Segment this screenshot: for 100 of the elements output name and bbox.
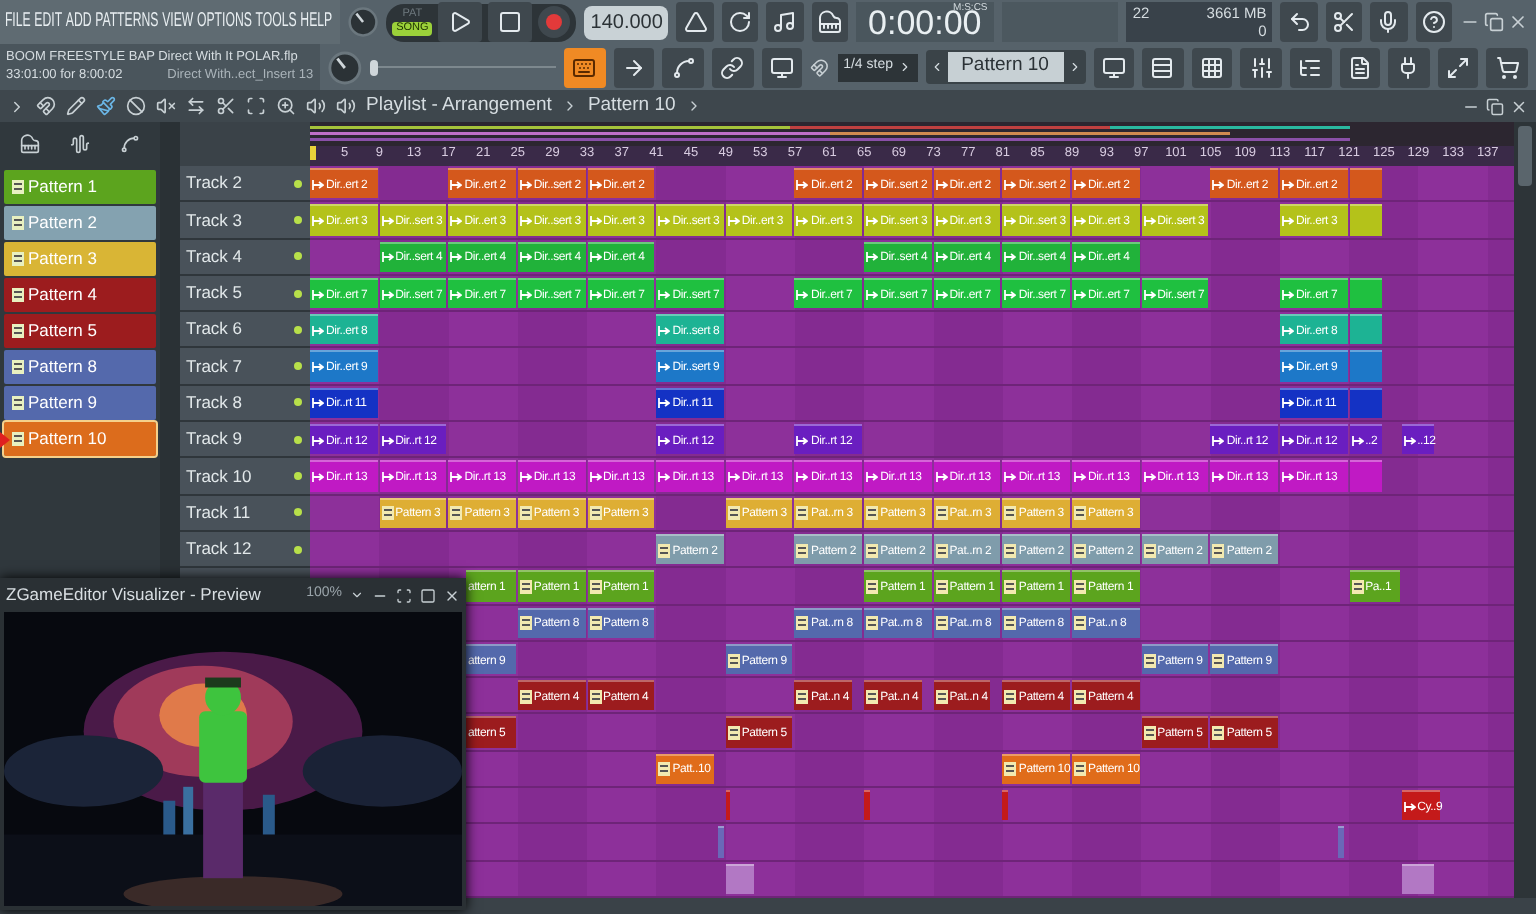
pattern-item[interactable]: Pattern 5 xyxy=(4,314,156,348)
menu-item[interactable]: EDIT xyxy=(34,12,63,32)
track-header[interactable]: Track 4 xyxy=(180,239,310,276)
vertical-scrollbar[interactable] xyxy=(1514,122,1536,898)
track-header[interactable]: Track 12 xyxy=(180,531,310,569)
toolbar-button[interactable] xyxy=(1191,47,1233,87)
toolbar-button[interactable] xyxy=(662,47,704,87)
fullscreen-icon xyxy=(396,587,412,603)
menu-item[interactable]: FILE xyxy=(4,12,31,32)
pattern-item[interactable]: Pattern 1 xyxy=(4,170,156,204)
toolbar-button[interactable] xyxy=(1339,47,1381,87)
toolbar-button[interactable] xyxy=(721,2,759,42)
track-header[interactable]: Track 5 xyxy=(180,275,310,313)
play-button[interactable] xyxy=(438,2,483,42)
record-button[interactable] xyxy=(538,6,571,38)
track-header[interactable]: Track 11 xyxy=(180,495,310,532)
track-name: Track 7 xyxy=(186,353,243,379)
led-icon[interactable] xyxy=(294,215,302,224)
stop-button[interactable] xyxy=(488,2,533,42)
track-header[interactable]: Track 9 xyxy=(180,422,310,459)
menu-item[interactable]: HELP xyxy=(300,12,333,32)
track-name: Track 10 xyxy=(186,463,252,489)
toolbar-button[interactable] xyxy=(1240,47,1282,87)
clip[interactable] xyxy=(1349,460,1382,492)
pattern-item[interactable]: Pattern 9 xyxy=(4,386,156,420)
pattern-icon xyxy=(519,506,532,521)
toolbar-button[interactable] xyxy=(564,47,606,87)
slider-thumb[interactable] xyxy=(369,59,377,75)
audio-clip-icon xyxy=(866,472,879,483)
clip[interactable] xyxy=(1349,168,1382,199)
clip[interactable] xyxy=(1002,790,1008,821)
pattern-icon xyxy=(519,689,532,704)
pitch-slider[interactable] xyxy=(369,57,557,77)
clip[interactable] xyxy=(1349,387,1382,419)
pattern-icon xyxy=(935,616,948,631)
track-header[interactable]: Track 2 xyxy=(180,166,310,203)
clip[interactable] xyxy=(1338,826,1344,858)
audio-clip-icon xyxy=(1074,252,1087,263)
menu-item[interactable]: OPTIONS xyxy=(196,12,252,32)
toolbar-button[interactable] xyxy=(676,2,714,42)
pattern-selector[interactable]: Pattern 10 xyxy=(925,50,1086,84)
menu-item[interactable]: VIEW xyxy=(162,12,194,32)
menu-item[interactable]: ADD xyxy=(65,12,92,32)
pattern-item[interactable]: Pattern 10 xyxy=(4,422,156,456)
breadcrumb-pattern[interactable]: Pattern 10 xyxy=(587,91,676,121)
toolbar-button[interactable] xyxy=(761,47,803,87)
pattern-item[interactable]: Pattern 4 xyxy=(4,278,156,312)
clip[interactable] xyxy=(864,790,870,821)
track-header[interactable]: Track 10 xyxy=(180,458,310,496)
toolbar-button[interactable] xyxy=(712,47,754,87)
clip[interactable] xyxy=(1401,863,1434,894)
toolbar-button[interactable] xyxy=(1142,47,1184,87)
led-icon[interactable] xyxy=(294,252,302,261)
led-icon[interactable] xyxy=(294,545,302,554)
audio-clip-icon xyxy=(796,289,809,300)
menu-item[interactable]: TOOLS xyxy=(255,12,297,32)
clip[interactable] xyxy=(1349,314,1382,345)
audio-clip-icon xyxy=(381,289,394,300)
led-icon[interactable] xyxy=(294,435,302,444)
track-header[interactable]: Track 6 xyxy=(180,312,310,349)
audio-clip-icon xyxy=(658,362,671,373)
led-icon[interactable] xyxy=(294,398,302,407)
toolbar-button[interactable] xyxy=(811,2,849,42)
clip[interactable] xyxy=(1349,204,1382,236)
audio-clip-icon xyxy=(727,215,740,226)
led-icon[interactable] xyxy=(294,325,302,334)
clip[interactable] xyxy=(725,790,731,821)
track-header[interactable]: Track 3 xyxy=(180,202,310,240)
track-header[interactable]: Track 8 xyxy=(180,385,310,423)
led-icon[interactable] xyxy=(294,508,302,517)
knob-icon[interactable] xyxy=(327,49,361,85)
clip[interactable] xyxy=(725,863,755,894)
help-button[interactable] xyxy=(1415,2,1452,42)
led-icon[interactable] xyxy=(294,472,302,481)
toolbar-button[interactable] xyxy=(1280,2,1318,42)
toolbar-button[interactable] xyxy=(766,2,804,42)
led-icon[interactable] xyxy=(294,362,302,371)
knob-icon[interactable] xyxy=(348,4,379,40)
start-marker-icon xyxy=(310,146,316,160)
toolbar-button[interactable] xyxy=(1093,47,1135,87)
clip[interactable] xyxy=(1349,350,1382,382)
toolbar-button[interactable] xyxy=(613,47,655,87)
toolbar-button[interactable] xyxy=(1370,2,1408,42)
menu-item[interactable]: PATTERNS xyxy=(95,12,159,32)
tempo-display[interactable]: 140.000 xyxy=(584,5,669,39)
toolbar-button[interactable] xyxy=(1289,47,1332,87)
toolbar-button[interactable] xyxy=(1486,47,1528,87)
next-icon[interactable] xyxy=(1067,60,1082,74)
clip[interactable] xyxy=(1349,277,1382,309)
previous-icon[interactable] xyxy=(929,60,944,74)
pattern-item[interactable]: Pattern 8 xyxy=(4,350,156,384)
toolbar-button[interactable] xyxy=(1437,47,1479,87)
audio-clip-icon xyxy=(312,325,324,336)
toolbar-button[interactable] xyxy=(1388,47,1430,87)
track-header[interactable]: Track 7 xyxy=(180,348,310,386)
led-icon[interactable] xyxy=(294,179,302,188)
pattern-item[interactable]: Pattern 2 xyxy=(4,206,156,240)
led-icon[interactable] xyxy=(294,289,302,298)
toolbar-button[interactable] xyxy=(1325,2,1363,42)
clip[interactable] xyxy=(718,826,724,858)
